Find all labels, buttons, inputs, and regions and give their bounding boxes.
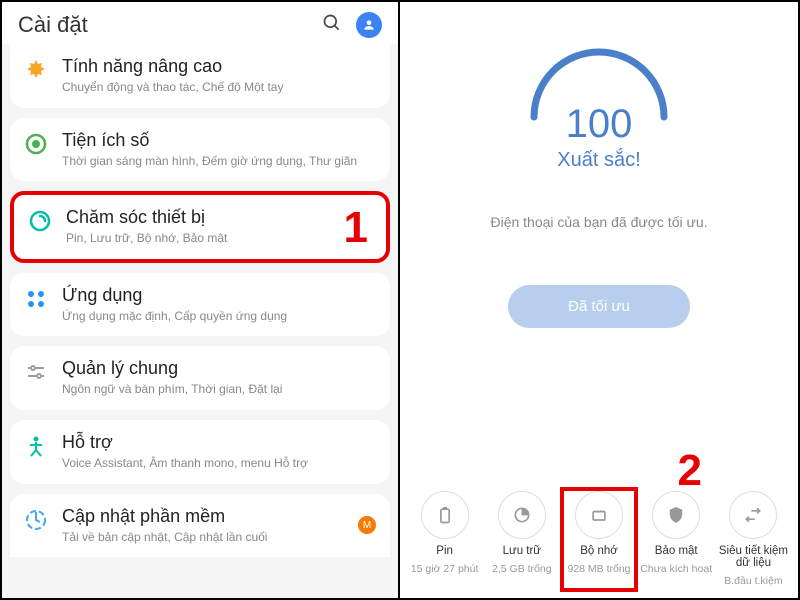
settings-item-general[interactable]: Quản lý chung Ngôn ngữ và bàn phím, Thời… <box>10 346 390 410</box>
card-sub: Chưa kích hoạt <box>640 563 712 576</box>
highlight-memory <box>560 487 637 592</box>
item-subtitle: Voice Assistant, Âm thanh mono, menu Hỗ … <box>62 456 376 472</box>
item-title: Hỗ trợ <box>62 432 376 453</box>
card-data-saver[interactable]: Siêu tiết kiệm dữ liệu B.đầu t.kiệm <box>715 491 792 588</box>
settings-item-device-care[interactable]: Chăm sóc thiết bị Pin, Lưu trữ, Bộ nhớ, … <box>10 191 390 263</box>
optimize-message: Điện thoại của bạn đã được tối ưu. <box>490 214 707 230</box>
item-subtitle: Ngôn ngữ và bàn phím, Thời gian, Đặt lại <box>62 382 376 398</box>
card-memory[interactable]: Bộ nhớ 928 MB trống <box>560 491 637 588</box>
general-icon <box>24 360 48 384</box>
score-gauge <box>514 32 684 122</box>
item-title: Tiện ích số <box>62 130 376 151</box>
item-title: Tính năng nâng cao <box>62 56 376 77</box>
card-sub: B.đầu t.kiệm <box>724 575 782 588</box>
card-title: Pin <box>436 545 453 557</box>
settings-item-support[interactable]: Hỗ trợ Voice Assistant, Âm thanh mono, m… <box>10 420 390 484</box>
card-storage[interactable]: Lưu trữ 2,5 GB trống <box>483 491 560 588</box>
score-label: Xuất sắc! <box>557 149 640 172</box>
care-cards: Pin 15 giờ 27 phút Lưu trữ 2,5 GB trống … <box>400 491 798 588</box>
card-title: Bảo mật <box>655 545 698 557</box>
settings-panel: Cài đặt Tính năng nâng cao Chuyển động v… <box>2 2 400 598</box>
settings-list: Tính năng nâng cao Chuyển động và thao t… <box>2 44 398 598</box>
settings-item-update[interactable]: Cập nhật phần mềm Tải về bản cập nhật, C… <box>10 494 390 558</box>
storage-icon <box>512 505 532 525</box>
device-care-icon <box>28 209 52 233</box>
advanced-icon <box>24 58 48 82</box>
card-sub: 2,5 GB trống <box>492 563 552 576</box>
update-badge: M <box>358 516 376 534</box>
item-subtitle: Chuyển động và thao tác, Chế độ Một tay <box>62 80 376 96</box>
card-title: Siêu tiết kiệm dữ liệu <box>717 545 790 569</box>
apps-icon <box>24 287 48 311</box>
card-sub: 15 giờ 27 phút <box>411 563 479 576</box>
data-saver-icon <box>743 505 763 525</box>
card-battery[interactable]: Pin 15 giờ 27 phút <box>406 491 483 588</box>
update-icon <box>24 508 48 532</box>
optimize-button[interactable]: Đã tối ưu <box>508 285 690 328</box>
battery-icon <box>435 505 455 525</box>
settings-item-digital[interactable]: Tiện ích số Thời gian sáng màn hình, Đếm… <box>10 118 390 182</box>
item-subtitle: Thời gian sáng màn hình, Đếm giờ ứng dụn… <box>62 154 376 170</box>
item-subtitle: Tải về bản cập nhật, Cập nhật lần cuối <box>62 530 376 546</box>
settings-header: Cài đặt <box>2 2 398 44</box>
settings-item-advanced[interactable]: Tính năng nâng cao Chuyển động và thao t… <box>10 44 390 108</box>
support-icon <box>24 434 48 458</box>
item-subtitle: Pin, Lưu trữ, Bộ nhớ, Bảo mật <box>66 231 372 247</box>
item-title: Cập nhật phần mềm <box>62 506 376 527</box>
page-title: Cài đặt <box>18 12 88 38</box>
item-title: Quản lý chung <box>62 358 376 379</box>
item-title: Ứng dụng <box>62 285 376 306</box>
shield-icon <box>666 505 686 525</box>
search-icon[interactable] <box>322 13 342 38</box>
device-care-panel: 100 Xuất sắc! Điện thoại của bạn đã được… <box>400 2 798 598</box>
step-number-1: 1 <box>344 203 368 253</box>
step-number-2: 2 <box>678 446 702 496</box>
profile-avatar[interactable] <box>356 12 382 38</box>
item-title: Chăm sóc thiết bị <box>66 207 372 228</box>
card-security[interactable]: Bảo mật Chưa kích hoạt <box>638 491 715 588</box>
card-title: Lưu trữ <box>503 545 541 557</box>
settings-item-apps[interactable]: Ứng dụng Ứng dụng mặc định, Cấp quyền ứn… <box>10 273 390 337</box>
digital-icon <box>24 132 48 156</box>
item-subtitle: Ứng dụng mặc định, Cấp quyền ứng dụng <box>62 309 376 325</box>
